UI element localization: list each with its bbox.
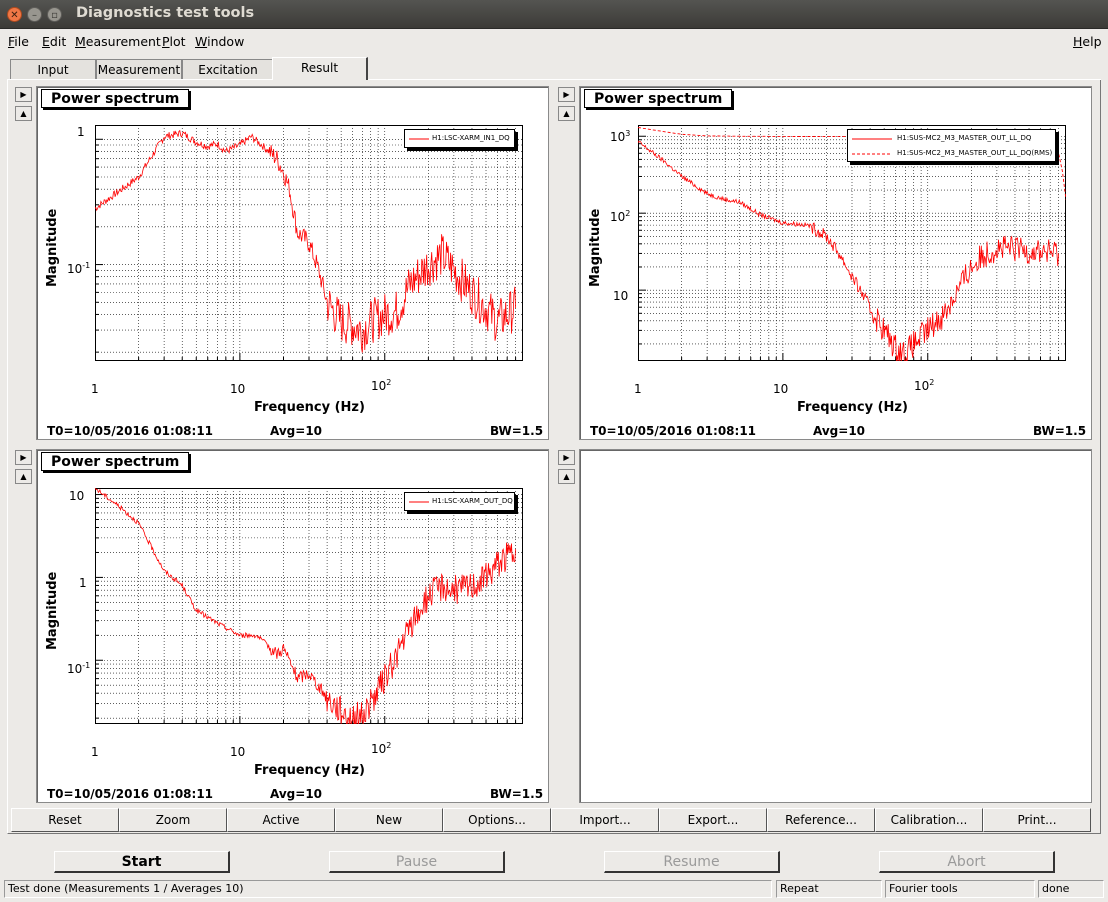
x-axis-label: Frequency (Hz) xyxy=(797,400,908,415)
print-button[interactable]: Print... xyxy=(983,808,1091,832)
triangle-up-icon[interactable]: ▲ xyxy=(558,469,575,484)
pause-button[interactable]: Pause xyxy=(329,851,505,873)
y-tick-label: 1 xyxy=(79,576,87,590)
status-tool: Fourier tools xyxy=(885,880,1035,898)
title-bar: ✕ – ▫ Diagnostics test tools xyxy=(0,0,1108,29)
tab-measurement[interactable]: Measurement xyxy=(96,59,182,79)
menu-help[interactable]: Help xyxy=(1073,34,1102,49)
menu-plot[interactable]: Plot xyxy=(162,34,186,49)
triangle-up-icon[interactable]: ▲ xyxy=(15,469,32,484)
menu-window[interactable]: Window xyxy=(195,34,244,49)
maximize-icon[interactable]: ▫ xyxy=(47,7,62,22)
x-tick-label: 102 xyxy=(371,378,392,393)
x-tick-label: 10 xyxy=(230,382,246,396)
plot-pane-3[interactable]: Power spectrum H1:LSC-XARM_OUT_DQ 10 1 1… xyxy=(36,449,549,803)
abort-button[interactable]: Abort xyxy=(879,851,1055,873)
series-line-1 xyxy=(95,488,516,724)
series-line-1 xyxy=(95,129,516,353)
t0-label: T0=10/05/2016 01:08:11 xyxy=(47,787,214,801)
tab-input[interactable]: Input xyxy=(10,59,96,79)
avg-label: Avg=10 xyxy=(270,424,323,438)
status-message: Test done (Measurements 1 / Averages 10) xyxy=(4,880,772,898)
legend-entry: H1:LSC-XARM_IN1_DQ xyxy=(432,134,510,142)
triangle-right-icon[interactable]: ▶ xyxy=(558,87,575,102)
triangle-right-icon[interactable]: ▶ xyxy=(558,450,575,465)
legend: H1:SUS-MC2_M3_MASTER_OUT_LL_DQ H1:SUS-MC… xyxy=(847,129,1056,162)
plot-title: Power spectrum xyxy=(41,89,190,108)
x-axis-label: Frequency (Hz) xyxy=(254,400,365,415)
status-repeat: Repeat xyxy=(776,880,882,898)
plot-title: Power spectrum xyxy=(41,452,190,471)
bw-label: BW=1.5 xyxy=(490,787,544,801)
calibration-button[interactable]: Calibration... xyxy=(875,808,983,832)
bw-label: BW=1.5 xyxy=(1033,424,1087,438)
y-tick-label: 10 xyxy=(69,489,85,503)
y-tick-label: 103 xyxy=(610,129,631,144)
new-button[interactable]: New xyxy=(335,808,443,832)
plot-pane-4[interactable] xyxy=(579,449,1092,803)
export-button[interactable]: Export... xyxy=(659,808,767,832)
y-tick-label: 10 xyxy=(613,289,629,303)
x-tick-label: 102 xyxy=(371,741,392,756)
series-line-1 xyxy=(638,140,1059,361)
minimize-icon[interactable]: – xyxy=(27,7,42,22)
options-button[interactable]: Options... xyxy=(443,808,551,832)
y-axis-label: Magnitude xyxy=(45,208,60,287)
window-title: Diagnostics test tools xyxy=(76,5,255,21)
x-axis-label: Frequency (Hz) xyxy=(254,763,365,778)
y-tick-label: 102 xyxy=(610,209,631,224)
x-tick-label: 1 xyxy=(634,382,642,396)
reset-button[interactable]: Reset xyxy=(11,808,119,832)
x-tick-label: 1 xyxy=(91,382,99,396)
avg-label: Avg=10 xyxy=(270,787,323,801)
import-button[interactable]: Import... xyxy=(551,808,659,832)
y-axis-label: Magnitude xyxy=(588,208,603,287)
t0-label: T0=10/05/2016 01:08:11 xyxy=(590,424,757,438)
zoom-button[interactable]: Zoom xyxy=(119,808,227,832)
plot-pane-2[interactable]: Power spectrum H1:SUS-MC2_M3_MASTER_OUT_… xyxy=(579,86,1092,440)
legend-entry: H1:SUS-MC2_M3_MASTER_OUT_LL_DQ(RMS) xyxy=(897,149,1053,157)
close-icon[interactable]: ✕ xyxy=(7,7,22,22)
tab-excitation[interactable]: Excitation xyxy=(182,59,274,79)
menu-edit[interactable]: Edit xyxy=(42,34,66,49)
status-state: done xyxy=(1038,880,1104,898)
x-tick-label: 10 xyxy=(230,745,246,759)
t0-label: T0=10/05/2016 01:08:11 xyxy=(47,424,214,438)
menu-bar: File Edit Measurement Plot Window Help xyxy=(0,30,1108,52)
reference-button[interactable]: Reference... xyxy=(767,808,875,832)
spectrum-plot[interactable] xyxy=(95,488,523,724)
menu-measurement[interactable]: Measurement xyxy=(75,34,161,49)
avg-label: Avg=10 xyxy=(813,424,866,438)
y-tick-label: 10-1 xyxy=(67,661,91,676)
triangle-up-icon[interactable]: ▲ xyxy=(15,106,32,121)
resume-button[interactable]: Resume xyxy=(604,851,780,873)
y-axis-label: Magnitude xyxy=(45,571,60,650)
legend-entry: H1:SUS-MC2_M3_MASTER_OUT_LL_DQ xyxy=(897,134,1032,142)
active-button[interactable]: Active xyxy=(227,808,335,832)
spectrum-plot[interactable] xyxy=(95,125,523,361)
plot-pane-1[interactable]: Power spectrum H1:LSC-XARM_IN1_DQ 1 10-1… xyxy=(36,86,549,440)
triangle-right-icon[interactable]: ▶ xyxy=(15,450,32,465)
y-tick-label: 1 xyxy=(77,125,85,139)
legend-entry: H1:LSC-XARM_OUT_DQ xyxy=(432,497,513,505)
triangle-right-icon[interactable]: ▶ xyxy=(15,87,32,102)
triangle-up-icon[interactable]: ▲ xyxy=(558,106,575,121)
menu-file[interactable]: File xyxy=(8,34,29,49)
x-tick-label: 1 xyxy=(91,745,99,759)
start-button[interactable]: Start xyxy=(54,851,230,873)
x-tick-label: 102 xyxy=(914,378,935,393)
bw-label: BW=1.5 xyxy=(490,424,544,438)
plot-title: Power spectrum xyxy=(584,89,733,108)
tab-result[interactable]: Result xyxy=(272,57,368,80)
y-tick-label: 10-1 xyxy=(67,261,91,276)
legend: H1:LSC-XARM_IN1_DQ xyxy=(404,129,515,148)
legend: H1:LSC-XARM_OUT_DQ xyxy=(404,492,515,511)
x-tick-label: 10 xyxy=(773,382,789,396)
